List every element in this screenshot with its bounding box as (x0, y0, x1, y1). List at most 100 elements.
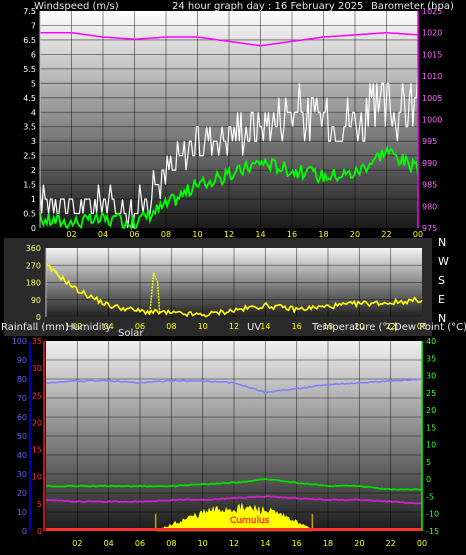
temperature-tick: 30 (426, 372, 436, 381)
x-tick-label: 20 (354, 539, 364, 548)
barometer-tick: 975 (422, 224, 437, 233)
windspeed-tick: 0 (31, 224, 36, 233)
dewpoint-label: Dew Point (°C) (394, 322, 466, 333)
compass-n: N (438, 236, 446, 249)
humidity-tick: 40 (17, 451, 27, 460)
rain-tick: 30 (32, 364, 42, 373)
windspeed-axis-ticks: 7.576.565.554.543.532.521.510.50 (23, 7, 36, 233)
rain-tick: 15 (32, 446, 42, 455)
temperature-tick: 15 (426, 423, 436, 432)
x-tick-label: 08 (166, 322, 176, 331)
humidity-tick: 10 (17, 508, 27, 517)
x-tick-label: 02 (72, 539, 82, 548)
barometer-axis-ticks: 102510201015101010051000995990985980975 (422, 7, 442, 233)
x-tick-label: 14 (260, 539, 270, 548)
temperature-tick: 20 (426, 406, 436, 415)
rain-axis-ticks: 35 30 25 20 15 10 5 0 (32, 337, 42, 536)
x-tick-label: 10 (198, 539, 208, 548)
rain-tick: 10 (32, 473, 42, 482)
x-tick-label: 02 (66, 230, 76, 239)
windspeed-tick: 6 (31, 50, 36, 59)
x-tick-label: 16 (287, 230, 297, 239)
windspeed-tick: 7 (31, 21, 36, 30)
x-tick-label: 06 (135, 539, 145, 548)
temperature-tick: -15 (426, 527, 439, 536)
direction-tick: 360 (26, 244, 41, 253)
barometer-tick: 985 (422, 181, 437, 190)
x-tick-label: 00 (413, 230, 423, 239)
x-tick-label: 22 (386, 539, 396, 548)
rainfall-label: Rainfall (mm) (1, 322, 69, 333)
humidity-tick: 80 (17, 375, 27, 384)
barometer-tick: 990 (422, 159, 437, 168)
rain-tick: 20 (32, 418, 42, 427)
compass-w: W (438, 255, 449, 268)
x-tick-label: 12 (229, 539, 239, 548)
barometer-tick: 995 (422, 137, 437, 146)
barometer-tick: 1010 (422, 72, 442, 81)
windspeed-tick: 4 (31, 108, 36, 117)
direction-tick: 0 (36, 313, 41, 322)
x-tick-label: 18 (323, 539, 333, 548)
x-tick-label: 20 (350, 230, 360, 239)
windspeed-tick: 2.5 (23, 152, 36, 161)
direction-tick: 180 (26, 279, 41, 288)
x-tick-label: 14 (260, 322, 270, 331)
barometer-tick: 1015 (422, 50, 442, 59)
temperature-tick: 35 (426, 354, 436, 363)
windspeed-axis-title: Windspeed (m/s) (34, 1, 119, 12)
humidity-tick: 30 (17, 470, 27, 479)
humidity-tick: 100 (12, 337, 27, 346)
windspeed-tick: 6.5 (23, 36, 36, 45)
temperature-tick: 0 (426, 475, 431, 484)
humidity-tick: 60 (17, 413, 27, 422)
temperature-tick: 25 (426, 389, 436, 398)
x-tick-label: 08 (166, 539, 176, 548)
rain-tick: 25 (32, 391, 42, 400)
cumulus-watermark: Cumulus (230, 516, 270, 526)
graph-title: 24 hour graph day : 16 February 2025 (172, 1, 363, 12)
temperature-label: Temperature (°C) (311, 322, 398, 333)
x-tick-label: 16 (292, 322, 302, 331)
x-tick-label: 18 (318, 230, 328, 239)
weather-graph: 7.576.565.554.543.532.521.510.50 1025102… (1, 1, 466, 548)
temperature-tick: 10 (426, 441, 436, 450)
wind-time-ticks: 02 04 06 08 10 12 14 16 18 20 22 00 (66, 230, 423, 239)
compass-e: E (438, 293, 445, 306)
humidity-label: Humidity (66, 322, 111, 333)
temperature-tick: -10 (426, 510, 439, 519)
windspeed-tick: 3.5 (23, 123, 36, 132)
humidity-tick: 20 (17, 489, 27, 498)
x-tick-label: 04 (98, 230, 108, 239)
humidity-tick: 90 (17, 356, 27, 365)
climate-time-ticks: 02 04 06 08 10 12 14 16 18 20 22 00 (72, 539, 427, 548)
temperature-tick: -5 (426, 492, 434, 501)
compass-s: S (438, 274, 445, 287)
rain-tick: 35 (32, 337, 42, 346)
direction-tick: 270 (26, 261, 41, 270)
temperature-tick: 40 (426, 337, 436, 346)
x-tick-label: 06 (129, 230, 139, 239)
x-tick-label: 10 (198, 322, 208, 331)
temperature-axis-ticks: 40 35 30 25 20 15 10 5 0 -5 -10 -15 (426, 337, 439, 536)
x-tick-label: 00 (417, 539, 427, 548)
x-tick-label: 08 (161, 230, 171, 239)
x-tick-label: 10 (192, 230, 202, 239)
solar-label: Solar (118, 328, 144, 339)
windspeed-tick: 4.5 (23, 94, 36, 103)
rain-tick: 5 (37, 500, 42, 509)
humidity-tick: 70 (17, 394, 27, 403)
windspeed-tick: 0.5 (23, 210, 36, 219)
windspeed-tick: 1 (31, 195, 36, 204)
x-tick-label: 22 (381, 230, 391, 239)
barometer-tick: 1000 (422, 116, 442, 125)
x-tick-label: 14 (255, 230, 265, 239)
direction-tick: 90 (31, 296, 41, 305)
rain-tick: 0 (37, 527, 42, 536)
x-tick-label: 04 (104, 539, 114, 548)
barometer-tick: 1005 (422, 94, 442, 103)
barometer-tick: 980 (422, 202, 437, 211)
x-tick-label: 12 (229, 322, 239, 331)
humidity-tick: 50 (17, 432, 27, 441)
windspeed-tick: 5.5 (23, 65, 36, 74)
